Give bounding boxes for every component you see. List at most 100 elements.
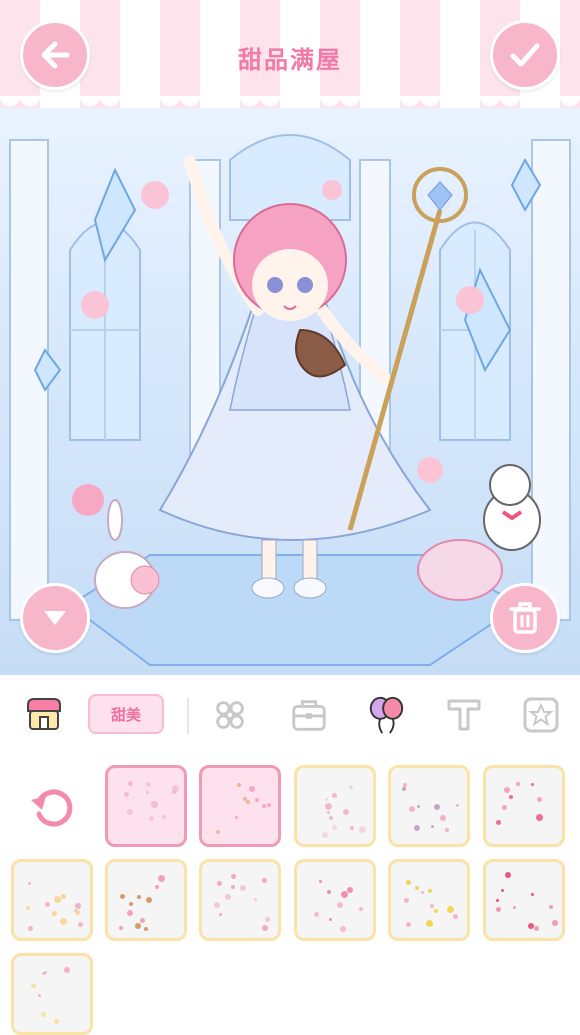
refresh-icon xyxy=(31,789,73,827)
sprinkle-dot xyxy=(325,798,329,802)
text-tab[interactable] xyxy=(444,695,484,735)
back-button[interactable] xyxy=(20,20,90,90)
sprinkle-dot xyxy=(158,874,166,882)
sprinkle-dot xyxy=(245,800,250,805)
sprinkle-dot xyxy=(428,889,433,894)
sprinkle-dot xyxy=(146,896,153,903)
sprinkle-dot xyxy=(41,1011,47,1017)
trash-icon xyxy=(509,602,541,634)
sprinkle-dot xyxy=(262,877,268,883)
sprinkle-dot xyxy=(331,792,337,798)
sprinkle-dot xyxy=(420,891,424,895)
item-tile[interactable] xyxy=(199,859,281,941)
sprinkle-dot xyxy=(235,816,239,820)
balloon-tab[interactable] xyxy=(366,695,406,735)
sprinkle-dot xyxy=(38,993,42,997)
bag-tab[interactable] xyxy=(289,695,329,735)
sprinkle-dot xyxy=(452,914,458,920)
sprinkle-dot xyxy=(126,809,133,816)
sprinkle-dot xyxy=(261,925,268,932)
sprinkle-dot xyxy=(42,971,46,975)
sprinkle-dot xyxy=(336,901,343,908)
item-tile[interactable] xyxy=(11,859,93,941)
sprinkle-dot xyxy=(45,902,51,908)
sprinkle-dot xyxy=(144,927,149,932)
sprinkle-dot xyxy=(253,897,257,901)
sprinkle-dot xyxy=(446,906,454,914)
sprinkle-dot xyxy=(416,805,420,809)
sprinkle-dot xyxy=(119,925,124,930)
flower-tab[interactable] xyxy=(210,695,250,735)
chevron-down-icon xyxy=(44,611,66,625)
sprinkle-dot xyxy=(314,911,320,917)
sprinkle-dot xyxy=(154,885,159,890)
sprinkle-dot xyxy=(503,787,510,794)
delete-button[interactable] xyxy=(490,583,560,653)
sprinkle-dot xyxy=(264,916,270,922)
item-tile[interactable] xyxy=(105,859,187,941)
sprinkle-dot xyxy=(405,921,411,927)
sprinkle-dot xyxy=(224,893,230,899)
sprinkle-dot xyxy=(500,889,504,893)
item-tile[interactable] xyxy=(199,765,281,847)
sprinkle-dot xyxy=(508,794,513,799)
dressup-scene xyxy=(0,100,580,675)
sprinkle-dot xyxy=(137,895,142,900)
sprinkle-dot xyxy=(496,899,499,903)
sprinkle-dot xyxy=(124,791,130,797)
sprinkle-dot xyxy=(248,785,255,792)
star-tab[interactable] xyxy=(521,695,561,735)
sprinkle-dot xyxy=(318,879,322,883)
sprinkle-dot xyxy=(219,912,223,916)
item-tile[interactable] xyxy=(388,859,470,941)
sprinkle-dot xyxy=(216,829,221,834)
item-tile[interactable] xyxy=(294,859,376,941)
text-icon xyxy=(447,699,481,731)
sprinkle-dot xyxy=(409,805,416,812)
sprinkle-dot xyxy=(505,872,512,879)
sprinkle-dot xyxy=(78,921,84,927)
item-tile[interactable] xyxy=(105,765,187,847)
sprinkle-dot xyxy=(239,884,246,891)
sprinkle-dot xyxy=(402,786,407,791)
sprinkle-dot xyxy=(59,918,67,926)
sprinkle-dot xyxy=(433,909,438,913)
sprinkle-dot xyxy=(533,925,539,931)
sprinkle-dot xyxy=(536,813,544,821)
sprinkle-dot xyxy=(53,1018,59,1024)
reset-button[interactable] xyxy=(26,781,78,833)
tab-sweet[interactable]: 甜美 xyxy=(88,694,164,734)
item-tile[interactable] xyxy=(294,765,376,847)
sprinkle-dot xyxy=(126,909,133,916)
sprinkle-dot xyxy=(326,889,331,894)
arrow-left-icon xyxy=(41,41,70,69)
sprinkle-dot xyxy=(328,918,332,922)
sprinkle-dot xyxy=(119,893,125,899)
sprinkle-dot xyxy=(75,902,82,909)
sprinkle-dot xyxy=(216,881,222,887)
sprinkle-dot xyxy=(537,796,543,802)
sprinkle-dot xyxy=(433,804,440,811)
sprinkle-dot xyxy=(321,831,328,838)
collapse-button[interactable] xyxy=(20,583,90,653)
confirm-button[interactable] xyxy=(490,20,560,90)
item-tile[interactable] xyxy=(11,953,93,1035)
balloon-icon xyxy=(369,696,404,734)
sprinkle-dot xyxy=(549,905,554,910)
sprinkle-dot xyxy=(349,826,354,831)
sprinkle-dot xyxy=(403,897,409,903)
sprinkle-dot xyxy=(413,824,420,831)
sprinkle-dot xyxy=(213,902,220,909)
sprinkle-dot xyxy=(358,826,366,834)
star-icon xyxy=(523,697,559,733)
sprinkle-dot xyxy=(456,803,460,807)
item-tile[interactable] xyxy=(388,765,470,847)
sprinkle-dot xyxy=(426,920,434,928)
item-tile[interactable] xyxy=(483,859,565,941)
sprinkle-dot xyxy=(145,791,149,795)
shop-tab[interactable] xyxy=(24,695,64,735)
category-toolbar xyxy=(0,675,580,755)
sprinkle-dot xyxy=(27,882,31,886)
sprinkle-dot xyxy=(231,884,236,889)
item-tile[interactable] xyxy=(483,765,565,847)
